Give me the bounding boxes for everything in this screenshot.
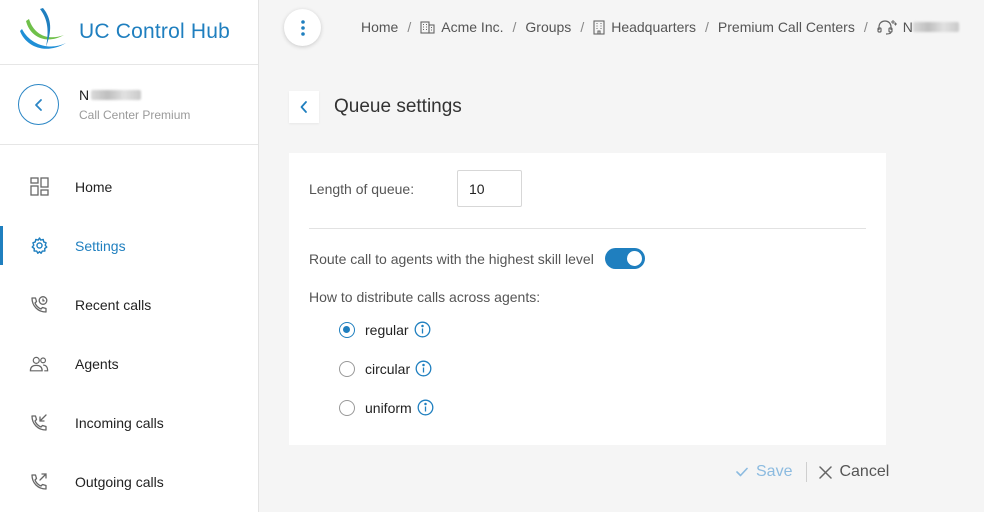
sidebar-item-label: Home xyxy=(75,178,113,195)
entity-name-prefix: N xyxy=(79,87,90,103)
sidebar-nav: Home Settings Recent calls Agents Incomi… xyxy=(0,145,258,511)
phone-clock-icon xyxy=(29,295,49,315)
breadcrumb-current-prefix: N xyxy=(902,19,913,35)
sidebar-item-label: Agents xyxy=(75,355,119,372)
radio-label: circular xyxy=(365,360,411,377)
radio-option-uniform[interactable]: uniform xyxy=(339,399,434,416)
info-icon[interactable] xyxy=(414,321,431,338)
form-actions: Save Cancel xyxy=(736,462,889,482)
breadcrumb-groups[interactable]: Groups xyxy=(525,19,571,35)
sidebar-item-incoming-calls[interactable]: Incoming calls xyxy=(0,393,258,452)
breadcrumb-separator: / xyxy=(863,19,868,35)
queue-length-row: Length of queue: xyxy=(309,170,522,207)
breadcrumb-separator: / xyxy=(580,19,585,35)
sidebar-item-label: Settings xyxy=(75,237,126,254)
info-icon[interactable] xyxy=(415,360,432,377)
sidebar-item-label: Recent calls xyxy=(75,296,152,313)
more-menu-button[interactable] xyxy=(284,9,321,46)
sidebar-item-settings[interactable]: Settings xyxy=(0,216,258,275)
cancel-label: Cancel xyxy=(839,463,890,480)
building-icon xyxy=(420,21,435,34)
agents-icon xyxy=(29,354,49,374)
entity-subtitle: Call Center Premium xyxy=(79,108,191,122)
breadcrumb-separator: / xyxy=(407,19,412,35)
sidebar-item-home[interactable]: Home xyxy=(0,157,258,216)
back-button[interactable] xyxy=(289,91,319,123)
chevron-left-icon xyxy=(34,98,42,111)
sidebar-item-label: Incoming calls xyxy=(75,414,164,431)
redacted-current-name xyxy=(912,22,959,32)
entity-header: N Call Center Premium xyxy=(0,65,258,145)
brand: UC Control Hub xyxy=(0,0,258,65)
radio-button[interactable] xyxy=(339,399,355,416)
dashboard-icon xyxy=(29,177,49,197)
headset-plus-icon xyxy=(877,20,897,35)
save-button[interactable]: Save xyxy=(736,463,792,481)
skill-route-toggle[interactable] xyxy=(604,248,645,269)
page-title: Queue settings xyxy=(334,96,462,117)
incoming-call-icon xyxy=(29,413,49,433)
radio-option-regular[interactable]: regular xyxy=(339,321,431,338)
checkmark-icon xyxy=(736,467,748,477)
chevron-left-icon xyxy=(300,101,307,113)
radio-button[interactable] xyxy=(339,321,355,338)
breadcrumb-separator: / xyxy=(705,19,709,35)
breadcrumb-section[interactable]: Premium Call Centers xyxy=(718,19,855,35)
breadcrumb-separator: / xyxy=(512,19,517,35)
queue-length-input[interactable] xyxy=(457,170,522,207)
distribution-label: How to distribute calls across agents: xyxy=(309,289,541,305)
redacted-name xyxy=(91,90,142,100)
breadcrumb-home[interactable]: Home xyxy=(361,19,398,35)
skill-route-row: Route call to agents with the highest sk… xyxy=(309,248,645,269)
sidebar-item-recent-calls[interactable]: Recent calls xyxy=(0,275,258,334)
breadcrumb-current: N xyxy=(877,19,959,35)
brand-logo xyxy=(20,8,66,49)
skill-route-label: Route call to agents with the highest sk… xyxy=(309,250,594,267)
close-icon xyxy=(819,465,833,479)
office-building-icon xyxy=(593,19,605,35)
sidebar-item-label: Outgoing calls xyxy=(75,473,164,490)
kebab-menu-icon xyxy=(300,19,305,36)
sidebar: UC Control Hub N Call Center Premium Hom… xyxy=(0,0,259,512)
cancel-button[interactable]: Cancel xyxy=(819,463,889,481)
sidebar-item-outgoing-calls[interactable]: Outgoing calls xyxy=(0,452,258,511)
radio-option-circular[interactable]: circular xyxy=(339,360,432,377)
action-separator xyxy=(806,462,808,482)
queue-settings-card: Length of queue: Route call to agents wi… xyxy=(289,153,886,445)
sidebar-item-agents[interactable]: Agents xyxy=(0,334,258,393)
breadcrumb-group-label: Headquarters xyxy=(611,19,697,35)
breadcrumb: Home / Acme Inc. / Groups / Headquarters… xyxy=(361,19,959,35)
radio-button[interactable] xyxy=(339,360,355,377)
radio-label: regular xyxy=(365,321,409,338)
save-label: Save xyxy=(756,463,793,480)
breadcrumb-company[interactable]: Acme Inc. xyxy=(420,19,504,35)
divider xyxy=(309,228,866,229)
outgoing-call-icon xyxy=(29,472,49,492)
entity-name: N xyxy=(79,87,190,103)
queue-length-label: Length of queue: xyxy=(309,180,415,197)
gear-icon xyxy=(29,236,49,256)
breadcrumb-group[interactable]: Headquarters xyxy=(593,19,696,35)
sidebar-back-button[interactable] xyxy=(18,84,59,125)
page-header: Queue settings xyxy=(289,91,462,123)
radio-label: uniform xyxy=(365,399,412,416)
breadcrumb-company-label: Acme Inc. xyxy=(441,19,504,35)
brand-name: UC Control Hub xyxy=(79,20,231,43)
info-icon[interactable] xyxy=(417,399,434,416)
